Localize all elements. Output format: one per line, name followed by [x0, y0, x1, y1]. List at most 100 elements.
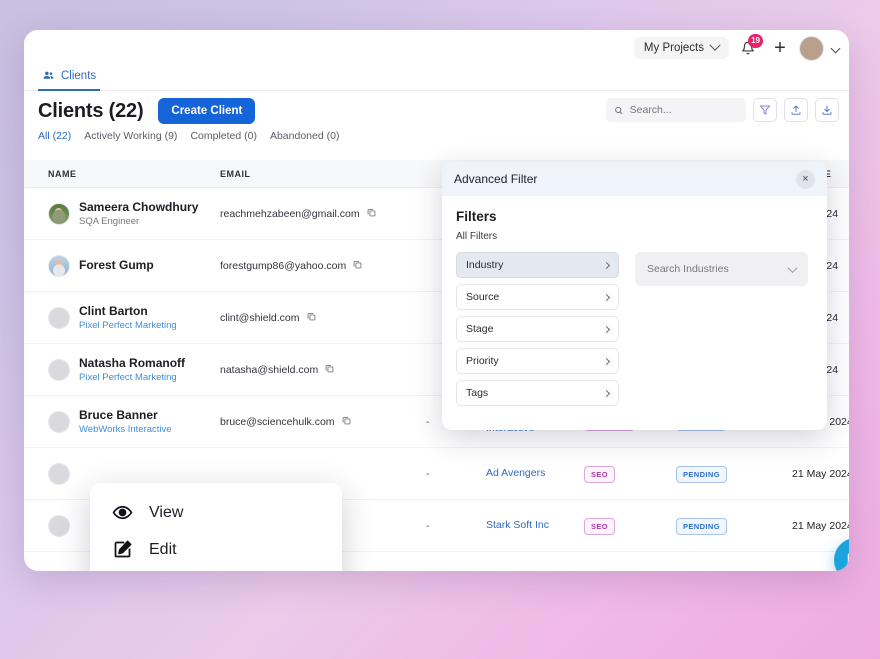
client-name: Natasha Romanoff: [79, 356, 186, 371]
filter-item-label: Stage: [466, 323, 494, 335]
cell-status: PENDING: [676, 448, 776, 500]
avatar: [48, 307, 70, 329]
chevron-down-icon[interactable]: [830, 43, 841, 53]
context-menu-item-label: Edit: [149, 540, 177, 558]
cell-status: PENDING: [676, 500, 776, 552]
search-input[interactable]: [629, 104, 738, 116]
client-email: bruce@sciencehulk.com: [220, 416, 335, 428]
row-context-menu: ViewEditInvite to portalDelete: [90, 483, 342, 571]
cell-phone: -: [426, 468, 430, 480]
filter-item-label: Industry: [466, 259, 504, 271]
app-window: My Projects 19 + Clients Clients (22) Cr…: [24, 30, 849, 571]
column-header-name: NAME: [48, 169, 77, 179]
chevron-down-icon: [787, 262, 798, 273]
filter-button[interactable]: [753, 98, 777, 122]
cell-email: forestgump86@yahoo.com: [220, 240, 420, 292]
filter-item-industry[interactable]: Industry: [456, 252, 619, 278]
tab-clients-label: Clients: [61, 69, 97, 82]
filter-item-source[interactable]: Source: [456, 284, 619, 310]
industry-select[interactable]: Search Industries: [635, 252, 808, 286]
context-menu-item-view[interactable]: View: [90, 494, 342, 531]
filter-item-label: Priority: [466, 355, 499, 367]
page-header: Clients (22) Create Client: [38, 98, 256, 124]
advanced-filter-columns: Industry Source Stage Priority Tags Search I…: [456, 252, 813, 406]
eye-icon: [112, 505, 133, 520]
cell-email: reachmehzabeen@gmail.com: [220, 188, 420, 240]
filter-item-stage[interactable]: Stage: [456, 316, 619, 342]
avatar: [48, 203, 70, 225]
status-link-abandoned[interactable]: Abandoned (0): [270, 130, 339, 142]
copy-email-button[interactable]: [341, 413, 352, 431]
context-menu-item-invite-to-portal[interactable]: Invite to portal: [90, 568, 342, 571]
avatar[interactable]: [799, 35, 824, 61]
copy-icon: [325, 365, 334, 373]
client-name: Clint Barton: [79, 304, 148, 319]
top-bar: My Projects 19 +: [24, 30, 849, 66]
client-company-link[interactable]: Pixel Perfect Marketing: [79, 372, 185, 384]
status-link-actively-working[interactable]: Actively Working (9): [84, 130, 177, 142]
filter-category-list: Industry Source Stage Priority Tags: [456, 252, 619, 406]
context-menu-item-label: View: [149, 503, 184, 521]
advanced-filter-body: Filters All Filters Industry Source Stage P…: [442, 196, 827, 419]
industry-select-placeholder: Search Industries: [647, 263, 729, 275]
service-badge: SEO: [584, 517, 616, 535]
tab-bar: Clients: [24, 66, 849, 91]
cell-company[interactable]: Ad Avengers: [486, 448, 576, 500]
notification-badge: 19: [748, 34, 763, 48]
export-button[interactable]: [815, 98, 839, 122]
copy-email-button[interactable]: [366, 205, 377, 223]
client-name: Forest Gump: [79, 258, 154, 273]
chevron-right-icon: [602, 325, 611, 333]
copy-email-button[interactable]: [352, 257, 363, 275]
all-filters-label: All Filters: [456, 231, 498, 242]
filters-heading: Filters: [456, 209, 497, 224]
chevron-right-icon: [602, 293, 611, 301]
cell-name: Bruce Banner WebWorks Interactive: [48, 396, 218, 448]
cell-name: Forest Gump: [48, 240, 218, 292]
status-link-completed[interactable]: Completed (0): [190, 130, 257, 142]
chevron-right-icon: [602, 261, 611, 269]
filter-item-tags[interactable]: Tags: [456, 380, 619, 406]
close-icon[interactable]: ×: [796, 169, 815, 189]
add-button[interactable]: +: [767, 35, 793, 61]
filter-item-label: Tags: [466, 387, 489, 399]
advanced-filter-title: Advanced Filter: [454, 172, 538, 186]
client-email: clint@shield.com: [220, 312, 300, 324]
page-title: Clients (22): [38, 99, 144, 122]
download-icon: [822, 105, 832, 115]
my-projects-dropdown[interactable]: My Projects: [633, 37, 729, 59]
cell-company[interactable]: Stark Soft Inc: [486, 500, 576, 552]
advanced-filter-panel: Advanced Filter × Filters All Filters In…: [442, 162, 827, 430]
client-company-link[interactable]: WebWorks Interactive: [79, 424, 172, 436]
status-badge: PENDING: [676, 517, 727, 535]
status-link-all[interactable]: All (22): [38, 130, 71, 142]
my-projects-label: My Projects: [643, 42, 704, 54]
avatar: [48, 359, 70, 381]
context-menu-item-edit[interactable]: Edit: [90, 531, 342, 568]
service-badge: SEO: [584, 465, 616, 483]
notifications-button[interactable]: 19: [735, 34, 763, 61]
copy-email-button[interactable]: [324, 361, 335, 379]
import-button[interactable]: [784, 98, 808, 122]
tab-clients[interactable]: Clients: [38, 66, 101, 91]
avatar: [48, 411, 70, 433]
chevron-right-icon: [602, 389, 611, 397]
create-client-button[interactable]: Create Client: [158, 98, 256, 124]
client-company-link[interactable]: Pixel Perfect Marketing: [79, 320, 177, 332]
plus-icon: +: [774, 37, 786, 59]
filter-item-priority[interactable]: Priority: [456, 348, 619, 374]
copy-email-button[interactable]: [306, 309, 317, 327]
status-filter-links: All (22) Actively Working (9) Completed …: [38, 130, 339, 142]
search-box[interactable]: [606, 98, 746, 122]
copy-icon: [307, 313, 315, 321]
copy-icon: [367, 209, 376, 217]
copy-icon: [353, 261, 362, 269]
chevron-down-icon: [709, 39, 721, 51]
cell-email: natasha@shield.com: [220, 344, 420, 396]
people-icon: [43, 71, 54, 79]
client-email: reachmehzabeen@gmail.com: [220, 208, 360, 220]
upload-icon: [791, 105, 801, 115]
advanced-filter-header: Advanced Filter ×: [442, 162, 827, 196]
cell-email: bruce@sciencehulk.com: [220, 396, 420, 448]
avatar: [48, 463, 70, 485]
